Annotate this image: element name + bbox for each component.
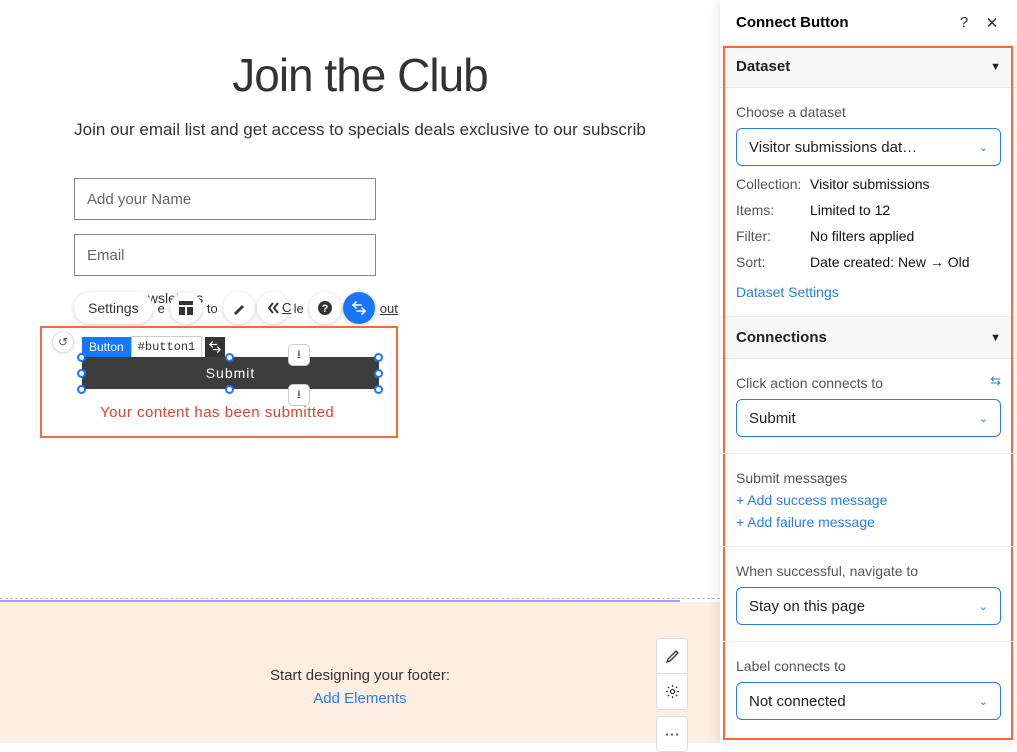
label-connects-dropdown[interactable]: Not connected ⌄ [736,682,1001,720]
click-action-label: Click action connects to [736,375,1001,391]
navigate-dropdown[interactable]: Stay on this page ⌄ [736,587,1001,625]
footer-hint: Start designing your footer: [0,667,720,684]
edit-icon[interactable] [656,638,688,674]
chevron-down-icon: ⌄ [979,600,988,613]
drag-handle-icon[interactable]: ⭳ [288,384,310,406]
label-connects-value: Not connected [749,693,979,710]
dataset-settings-link[interactable]: Dataset Settings [736,284,839,300]
choose-dataset-label: Choose a dataset [736,104,1001,120]
resize-handle[interactable] [225,385,234,394]
sort-value: Date created: New → Old [810,254,970,270]
resize-handle[interactable] [77,353,86,362]
drag-handle-icon[interactable]: ⭳ [288,344,310,366]
page-subtitle: Join our email list and get access to sp… [40,120,680,140]
hidden-text-frag: e [158,301,165,316]
hidden-text-frag-c: C [282,300,291,315]
click-action-dropdown[interactable]: Submit ⌄ [736,399,1001,437]
click-action-value: Submit [749,410,979,427]
element-toolbar: Settings e to le ? out C [74,292,401,324]
section-divider [0,598,720,599]
dataset-section-header[interactable]: Dataset ▼ [720,46,1017,88]
label-connects-block: Label connects to Not connected ⌄ [720,642,1017,736]
resize-handle[interactable] [225,353,234,362]
label-connects-label: Label connects to [736,658,1001,674]
navigate-label: When successful, navigate to [736,563,1001,579]
hidden-text-frag-out: out [380,301,398,316]
chevron-down-icon: ▼ [990,332,1001,344]
connect-data-icon[interactable] [343,292,375,324]
navigate-value: Stay on this page [749,598,979,615]
add-failure-link[interactable]: + Add failure message [736,514,1001,530]
resize-handle[interactable] [374,369,383,378]
panel-header: Connect Button ? ✕ [720,0,1017,46]
filter-value: No filters applied [810,228,914,244]
floating-tool-stack: ⋯ [656,638,688,752]
sort-label: Sort: [736,254,810,270]
element-type-tag: Button [82,337,131,357]
hidden-text-frag-to: to [207,301,218,316]
items-label: Items: [736,202,810,218]
swap-icon[interactable]: ⇆ [990,373,1001,389]
chevron-down-icon: ⌄ [979,412,988,425]
name-input[interactable] [74,178,376,220]
dataset-dropdown[interactable]: Visitor submissions dat… ⌄ [736,128,1001,166]
add-success-link[interactable]: + Add success message [736,492,1001,508]
panel-title: Connect Button [736,14,945,31]
submit-messages-label: Submit messages [736,470,1001,486]
resize-handle[interactable] [374,353,383,362]
help-icon[interactable]: ? [309,292,341,324]
connections-heading: Connections [736,329,827,346]
svg-text:?: ? [321,303,328,315]
hidden-text-frag-le: le [294,301,304,316]
element-id-tag: #button1 [131,336,203,358]
settings-button[interactable]: Settings [74,292,153,324]
layout-icon[interactable] [170,292,202,324]
dataset-section-body: Choose a dataset Visitor submissions dat… [720,88,1017,317]
chevron-down-icon: ▼ [990,61,1001,73]
filter-label: Filter: [736,228,810,244]
resize-handle[interactable] [77,369,86,378]
help-icon[interactable]: ? [955,14,973,31]
dev-mode-icon[interactable] [205,337,225,357]
more-icon[interactable]: ⋯ [656,716,688,752]
items-value: Limited to 12 [810,202,890,218]
chevron-down-icon: ⌄ [979,141,988,154]
connect-panel: Connect Button ? ✕ Dataset ▼ Choose a da… [720,0,1017,743]
dataset-selected: Visitor submissions dat… [749,139,979,156]
page-title: Join the Club [40,48,680,102]
element-tag-row: Button #button1 [82,336,225,358]
email-input[interactable] [74,234,376,276]
add-elements-link[interactable]: Add Elements [0,690,720,707]
chevron-down-icon: ⌄ [979,695,988,708]
close-icon[interactable]: ✕ [983,14,1001,32]
click-action-block: ⇆ Click action connects to Submit ⌄ [720,359,1017,454]
connections-section-header[interactable]: Connections ▼ [720,317,1017,359]
gear-icon[interactable] [656,674,688,710]
navigate-block: When successful, navigate to Stay on thi… [720,547,1017,642]
submit-messages-block: Submit messages + Add success message + … [720,454,1017,547]
dataset-heading: Dataset [736,58,790,75]
resize-handle[interactable] [77,385,86,394]
success-message: Your content has been submitted [100,404,334,421]
collection-value: Visitor submissions [810,176,930,192]
footer-area: Start designing your footer: Add Element… [0,602,720,743]
brush-icon[interactable] [223,292,255,324]
resize-handle[interactable] [374,385,383,394]
collection-label: Collection: [736,176,810,192]
